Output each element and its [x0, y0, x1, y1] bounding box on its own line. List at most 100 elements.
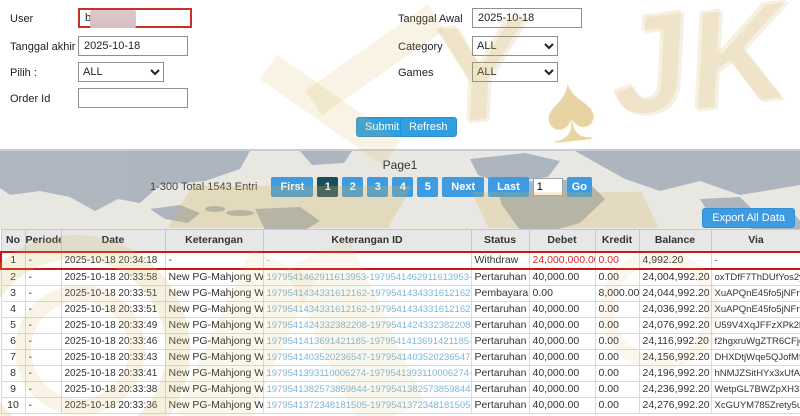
page-button-1[interactable]: 1 — [317, 177, 339, 197]
cell-kredit: 0.00 — [594, 348, 640, 366]
filter-panel: User Tanggal akhir Pilih : ALL Order Id … — [0, 0, 800, 150]
cell-kredit: 0.00 — [594, 250, 640, 270]
tanggal-awal-label: Tanggal Awal — [398, 13, 463, 25]
cell-debet: 40,000.00 — [528, 396, 596, 414]
cell-debet: 40,000.00 — [528, 332, 596, 350]
pilih-select[interactable]: ALL — [78, 62, 164, 82]
refresh-button[interactable]: Refresh — [400, 117, 457, 137]
cell-debet: 40,000.00 — [528, 348, 596, 366]
cell-no: 8 — [0, 364, 26, 382]
cell-via: XuAPQnE45fo5jNFn3U85UD — [710, 284, 800, 302]
goto-page-input[interactable] — [532, 178, 563, 196]
pagination-bar: 1-300 Total 1543 Entri First 12345 Next … — [150, 177, 593, 197]
cell-keterangan-id[interactable]: 1979541434331612162-1979541434331612162-… — [262, 300, 472, 318]
cell-date: 2025-10-18 20:33:41 — [60, 364, 166, 382]
column-header-no: No — [0, 229, 26, 252]
cell-keterangan-id[interactable]: 1979541462911613953-1979541462911613953-… — [262, 268, 472, 286]
table-row: 2-2025-10-18 20:33:58New PG-Mahjong Ways… — [0, 268, 800, 286]
page-button-3[interactable]: 3 — [367, 177, 389, 197]
tanggal-akhir-label: Tanggal akhir — [10, 41, 76, 53]
tanggal-awal-input[interactable] — [472, 8, 582, 28]
cell-keterangan: New PG-Mahjong Ways — [164, 300, 264, 318]
cell-kredit: 0.00 — [594, 380, 640, 398]
order-id-input[interactable] — [78, 88, 188, 108]
cell-debet: 40,000.00 — [528, 268, 596, 286]
page-button-4[interactable]: 4 — [392, 177, 414, 197]
cell-balance: 24,196,992.20 — [638, 364, 712, 382]
tanggal-akhir-input[interactable] — [78, 36, 188, 56]
cell-periode: - — [24, 316, 62, 334]
cell-no: 3 — [0, 284, 26, 302]
games-select[interactable]: ALL — [472, 62, 558, 82]
cell-balance: 4,992.20 — [638, 250, 712, 270]
cell-keterangan: New PG-Mahjong Ways — [164, 396, 264, 414]
cell-keterangan-id[interactable]: 1979541424332382208-1979541424332382208-… — [262, 316, 472, 334]
cell-via: U59V4XqJFFzXPk2ketrQHT — [710, 316, 800, 334]
cell-via: - — [710, 250, 800, 270]
cell-keterangan-id[interactable]: 1979541434331612162-1979541434331612162-… — [262, 284, 472, 302]
cell-debet: 0.00 — [528, 284, 596, 302]
cell-periode: - — [24, 348, 62, 366]
cell-status: Withdraw — [470, 250, 530, 270]
cell-periode: - — [24, 284, 62, 302]
cell-via: XcGUYM785Zrety5uZMniZj — [710, 396, 800, 414]
cell-date: 2025-10-18 20:33:51 — [60, 284, 166, 302]
cell-periode: - — [24, 300, 62, 318]
cell-via: hNMJZSitHYx3xUfA9JHhoW — [710, 364, 800, 382]
cell-status: Pertaruhan — [470, 332, 530, 350]
category-select[interactable]: ALL — [472, 36, 558, 56]
cell-keterangan-id[interactable]: 1979541403520236547-1979541403520236547-… — [262, 348, 472, 366]
column-header-date: Date — [60, 229, 166, 252]
cell-kredit: 0.00 — [594, 332, 640, 350]
cell-date: 2025-10-18 20:33:43 — [60, 348, 166, 366]
cell-debet: 40,000.00 — [528, 316, 596, 334]
cell-periode: - — [24, 396, 62, 414]
go-button[interactable]: Go — [566, 177, 593, 197]
column-header-kredit: Kredit — [594, 229, 640, 252]
cell-keterangan-id[interactable]: 1979541382573859844-1979541382573859844-… — [262, 380, 472, 398]
cell-status: Pertaruhan — [470, 300, 530, 318]
cell-kredit: 0.00 — [594, 364, 640, 382]
cell-date: 2025-10-18 20:33:51 — [60, 300, 166, 318]
cell-balance: 24,156,992.20 — [638, 348, 712, 366]
cell-via: WetpGL7BWZpXH35vZcbEfA — [710, 380, 800, 398]
cell-debet: 40,000.00 — [528, 300, 596, 318]
cell-keterangan: New PG-Mahjong Ways — [164, 268, 264, 286]
cell-status: Pertaruhan — [470, 364, 530, 382]
cell-keterangan-id[interactable]: 1979541393110006274-1979541393110006274-… — [262, 364, 472, 382]
export-all-data-button[interactable]: Export All Data — [702, 208, 795, 228]
pilih-label: Pilih : — [10, 67, 37, 79]
cell-balance: 24,076,992.20 — [638, 316, 712, 334]
cell-balance: 24,044,992.20 — [638, 284, 712, 302]
page-indicator: Page1 — [382, 158, 418, 172]
cell-via: oxTDfF7ThDUfYos2yEMWxQ — [710, 268, 800, 286]
cell-status: Pertaruhan — [470, 268, 530, 286]
cell-no: 10 — [0, 396, 26, 414]
table-row: 5-2025-10-18 20:33:49New PG-Mahjong Ways… — [0, 316, 800, 334]
cell-periode: - — [24, 268, 62, 286]
table-row: 3-2025-10-18 20:33:51New PG-Mahjong Ways… — [0, 284, 800, 302]
cell-date: 2025-10-18 20:33:58 — [60, 268, 166, 286]
cell-keterangan: New PG-Mahjong Ways — [164, 380, 264, 398]
column-header-balance: Balance — [638, 229, 712, 252]
page-button-2[interactable]: 2 — [342, 177, 364, 197]
transactions-table: No Periode Date Keterangan Keterangan ID Stat… — [0, 229, 800, 414]
cell-keterangan-id: - — [262, 250, 472, 270]
last-page-button[interactable]: Last — [488, 177, 529, 197]
table-row: 9-2025-10-18 20:33:38New PG-Mahjong Ways… — [0, 380, 800, 398]
redaction-blur — [90, 10, 136, 28]
cell-date: 2025-10-18 20:33:36 — [60, 396, 166, 414]
page-button-5[interactable]: 5 — [417, 177, 439, 197]
cell-date: 2025-10-18 20:33:49 — [60, 316, 166, 334]
entries-summary: 1-300 Total 1543 Entri — [150, 181, 258, 193]
page-number-buttons: 12345 — [317, 177, 439, 197]
cell-keterangan-id[interactable]: 1979541372348181505-1979541372348181505-… — [262, 396, 472, 414]
cell-balance: 24,004,992.20 — [638, 268, 712, 286]
cell-balance: 24,036,992.20 — [638, 300, 712, 318]
cell-keterangan-id[interactable]: 1979541413691421185-1979541413691421185-… — [262, 332, 472, 350]
transaction-report-page: User Tanggal akhir Pilih : ALL Order Id … — [0, 0, 800, 416]
next-page-button[interactable]: Next — [442, 177, 485, 197]
cell-kredit: 0.00 — [594, 316, 640, 334]
first-page-button[interactable]: First — [271, 177, 314, 197]
cell-debet: 24,000,000.00 — [528, 250, 596, 270]
